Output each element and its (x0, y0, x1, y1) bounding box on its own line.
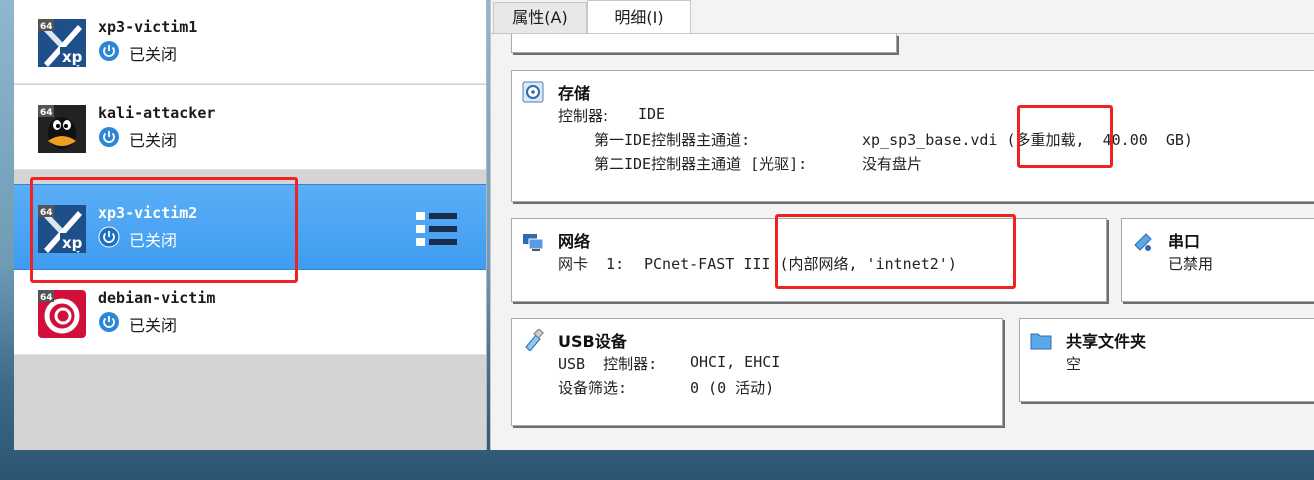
vm-state: 已关闭 (129, 45, 178, 64)
tab-details[interactable]: 明细(I) (587, 0, 691, 35)
power-off-icon (99, 127, 119, 147)
highlight-internal-network (775, 214, 1016, 289)
folder-icon (1030, 333, 1052, 350)
tab-properties[interactable]: 属性(A) (493, 2, 587, 33)
linux-tux-os-icon: 64 (38, 105, 86, 153)
network-adapter-label: 网卡 1: (558, 255, 625, 273)
windows-xp-os-icon: 64 xp (38, 19, 86, 67)
usb-filter-value: 0 (0 活动) (690, 379, 775, 397)
previous-section-box (511, 34, 897, 53)
power-off-icon (99, 312, 119, 332)
storage-title: 存储 (558, 84, 591, 103)
serial-port-icon (1134, 233, 1152, 251)
svg-text:xp: xp (62, 48, 83, 66)
svg-text:64: 64 (40, 22, 53, 32)
usb-controller-label: USB 控制器: (558, 355, 658, 373)
usb-controller-value: OHCI, EHCI (690, 353, 781, 371)
storage-controller-label: 控制器: (558, 107, 609, 125)
storage-section[interactable]: 存储 控制器: IDE 第一IDE控制器主通道: xp_sp3_base.vdi… (511, 70, 1314, 202)
highlight-selected-vm (30, 177, 298, 283)
power-off-icon (99, 41, 119, 61)
details-menu-icon[interactable] (416, 212, 458, 246)
serial-value: 已禁用 (1168, 255, 1214, 273)
vm-state: 已关闭 (129, 316, 178, 335)
network-monitor-icon (523, 234, 544, 251)
svg-text:64: 64 (40, 108, 53, 118)
usb-title: USB设备 (558, 332, 627, 351)
storage-disk-icon (522, 81, 544, 103)
shared-folders-title: 共享文件夹 (1066, 332, 1147, 351)
serial-section[interactable]: 串口 已禁用 (1121, 218, 1314, 302)
usb-section[interactable]: USB设备 USB 控制器: OHCI, EHCI 设备筛选: 0 (0 活动) (511, 318, 1003, 426)
storage-primary-label: 第一IDE控制器主通道: (594, 131, 751, 149)
highlight-multiattach (1017, 105, 1113, 168)
svg-text:64: 64 (40, 293, 53, 303)
vm-name: xp3-victim1 (98, 18, 198, 36)
shared-folders-section[interactable]: 共享文件夹 空 (1019, 318, 1314, 402)
serial-title: 串口 (1168, 232, 1201, 251)
vm-name: debian-victim (98, 289, 216, 307)
storage-secondary-label: 第二IDE控制器主通道 [光驱]: (594, 155, 808, 173)
storage-controller-value: IDE (638, 105, 666, 123)
usb-filter-label: 设备筛选: (558, 379, 628, 397)
vm-item-kali-attacker[interactable]: 64 kali-attacker 已关闭 (14, 85, 486, 170)
usb-icon (525, 329, 544, 351)
network-title: 网络 (558, 232, 591, 251)
vm-item-xp3-victim1[interactable]: 64 xp xp3-victim1 已关闭 (14, 0, 486, 84)
shared-folders-value: 空 (1066, 355, 1082, 373)
vm-state: 已关闭 (129, 131, 178, 150)
storage-secondary-value: 没有盘片 (862, 155, 923, 173)
vm-name: kali-attacker (98, 104, 216, 122)
debian-os-icon: 64 (38, 290, 86, 338)
